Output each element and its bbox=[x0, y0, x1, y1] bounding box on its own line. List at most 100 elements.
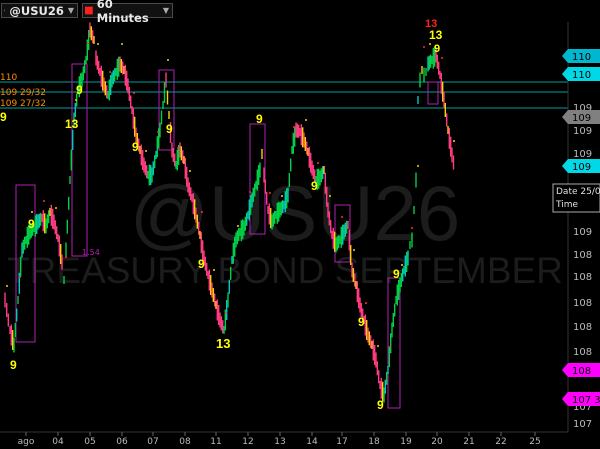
signal-dot bbox=[429, 43, 431, 45]
signal-dot bbox=[317, 162, 319, 164]
signal-dot bbox=[133, 92, 135, 94]
price-marker-label: 107 3 bbox=[572, 395, 600, 406]
price-marker: 108 bbox=[562, 363, 600, 377]
symbol-selector[interactable]: @USU26 ▼ bbox=[1, 3, 78, 18]
price-chart[interactable]: @USU26 TREASURY BOND SEPTEMBER 110 109 2… bbox=[0, 0, 600, 449]
signal-dot bbox=[87, 42, 89, 44]
time-tick-label: 18 bbox=[368, 437, 380, 447]
signal-dot bbox=[249, 191, 251, 193]
signal-dot bbox=[281, 195, 283, 197]
signal-dot bbox=[145, 150, 147, 152]
price-tick-label: 108 bbox=[573, 250, 592, 261]
time-tick-label: 14 bbox=[306, 437, 318, 447]
price-tick-label: 108 bbox=[573, 322, 592, 333]
count-label: 9 bbox=[377, 398, 384, 412]
level-label-109-29: 109 29/32 bbox=[0, 88, 46, 98]
signal-dot bbox=[157, 131, 159, 133]
count-label: 9 bbox=[358, 315, 365, 329]
signal-dot bbox=[97, 43, 99, 45]
price-marker: 110 bbox=[562, 49, 600, 63]
setup-box bbox=[427, 81, 439, 105]
count-label: 9 bbox=[76, 83, 83, 97]
price-marker: 109 bbox=[562, 159, 600, 173]
signal-dot bbox=[109, 71, 111, 73]
signal-dot bbox=[121, 43, 123, 45]
signal-dot bbox=[65, 256, 67, 258]
chevron-down-icon: ▼ bbox=[162, 6, 169, 15]
price-tick-label: 109 bbox=[573, 126, 592, 137]
signal-dot bbox=[305, 119, 307, 121]
tooltip-time: Time bbox=[555, 200, 578, 210]
time-tick-label: 06 bbox=[116, 437, 128, 447]
price-tick-label: 108 bbox=[573, 298, 592, 309]
signal-dot bbox=[453, 140, 455, 142]
signal-dot bbox=[423, 46, 425, 48]
time-tick-label: 22 bbox=[495, 437, 506, 447]
watermark-symbol: @USU26 bbox=[130, 169, 461, 257]
signal-dot bbox=[55, 207, 57, 209]
count-label: 9 bbox=[0, 110, 7, 124]
signal-dot bbox=[269, 192, 271, 194]
level-label-109-27: 109 27/32 bbox=[0, 99, 46, 109]
signal-dot bbox=[441, 57, 443, 59]
time-tick-label: 13 bbox=[274, 437, 285, 447]
signal-dot bbox=[329, 195, 331, 197]
signal-dot bbox=[213, 269, 215, 271]
price-marker-label: 110 bbox=[572, 52, 591, 63]
price-tick-label: 109 bbox=[573, 227, 592, 238]
count-label: 9 bbox=[28, 217, 35, 231]
time-tick-label: 20 bbox=[431, 437, 443, 447]
signal-dot bbox=[377, 345, 379, 347]
price-tick-label: 107 bbox=[573, 419, 592, 430]
symbol-label: @USU26 bbox=[9, 3, 64, 18]
signal-dot bbox=[417, 165, 419, 167]
price-marker: 109 bbox=[562, 110, 600, 124]
price-tick-label: 109 bbox=[573, 149, 592, 160]
signal-dot bbox=[237, 225, 239, 227]
count-label: 9 bbox=[198, 257, 205, 271]
signal-dot bbox=[201, 211, 203, 213]
price-marker-label: 110 bbox=[572, 70, 591, 81]
price-marker-label: 109 bbox=[572, 162, 591, 173]
time-tick-label: 07 bbox=[147, 437, 158, 447]
count-label: 13 bbox=[216, 336, 230, 351]
price-marker-label: 108 bbox=[572, 366, 591, 377]
signal-dot bbox=[167, 59, 169, 61]
count-label: 9 bbox=[256, 112, 263, 126]
signal-dot bbox=[353, 249, 355, 251]
signal-dot bbox=[75, 99, 77, 101]
signal-dot bbox=[189, 170, 191, 172]
signal-dot bbox=[341, 216, 343, 218]
box-label: 1.54 bbox=[82, 248, 100, 257]
interval-label: 60 Minutes bbox=[96, 0, 149, 25]
signal-dot bbox=[6, 285, 8, 287]
price-tick-label: 108 bbox=[573, 272, 592, 283]
count-label: 9 bbox=[434, 43, 440, 55]
count-label: 13 bbox=[429, 28, 443, 42]
time-tick-label: 17 bbox=[336, 437, 347, 447]
count-label: 9 bbox=[311, 179, 318, 193]
time-tick-label: 19 bbox=[400, 437, 412, 447]
signal-dot bbox=[261, 149, 263, 151]
time-tick-label: 05 bbox=[84, 437, 95, 447]
signal-dot bbox=[225, 312, 227, 314]
interval-selector[interactable]: 60 Minutes ▼ bbox=[82, 0, 173, 25]
chart-toolbar: @USU26 ▼ 60 Minutes ▼ bbox=[0, 0, 600, 25]
price-marker: 107 3 bbox=[562, 392, 600, 406]
count-label: 13 bbox=[65, 117, 79, 131]
tooltip-date: Date 25/08 bbox=[556, 187, 600, 197]
signal-dot bbox=[411, 227, 413, 229]
time-tick-label: ago bbox=[18, 437, 35, 447]
price-marker: 110 bbox=[562, 67, 600, 81]
time-tick-label: 12 bbox=[242, 437, 253, 447]
time-tick-label: 08 bbox=[179, 437, 191, 447]
time-axis: ago 04 05 06 07 08 11 12 13 14 17 18 19 20 21 22 25 bbox=[18, 432, 541, 447]
chevron-down-icon: ▼ bbox=[67, 6, 74, 15]
signal-dot bbox=[31, 211, 33, 213]
crosshair-tooltip: Date 25/08 Time bbox=[552, 183, 600, 213]
time-tick-label: 04 bbox=[52, 437, 64, 447]
signal-dot bbox=[365, 302, 367, 304]
interval-color-icon bbox=[85, 6, 93, 15]
signal-dot bbox=[401, 264, 403, 266]
signal-dot bbox=[177, 147, 179, 149]
